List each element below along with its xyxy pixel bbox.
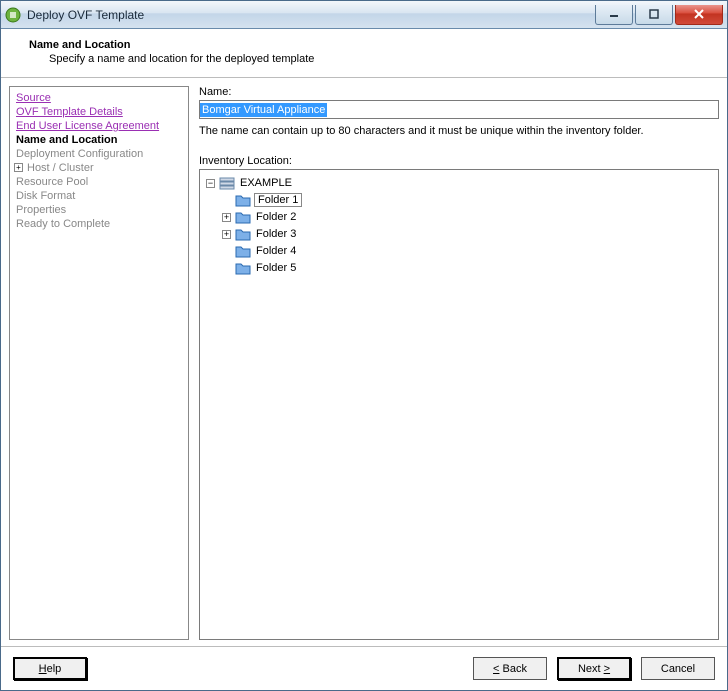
tree-folder[interactable]: + Folder 3 bbox=[222, 226, 712, 242]
tree-folder[interactable]: Folder 4 bbox=[222, 243, 712, 259]
name-input[interactable]: Bomgar Virtual Appliance bbox=[199, 100, 719, 119]
window-controls bbox=[593, 5, 723, 25]
step-name-location: Name and Location bbox=[16, 133, 182, 147]
tree-root[interactable]: − EXAMPLE bbox=[206, 175, 712, 191]
step-resource-pool: Resource Pool bbox=[16, 175, 182, 189]
step-properties: Properties bbox=[16, 203, 182, 217]
app-icon bbox=[5, 7, 21, 23]
datacenter-icon bbox=[219, 176, 235, 190]
tree-folder[interactable]: Folder 5 bbox=[222, 260, 712, 276]
maximize-button[interactable] bbox=[635, 5, 673, 25]
tree-folder[interactable]: Folder 1 bbox=[222, 192, 712, 208]
folder-icon bbox=[235, 210, 251, 224]
back-button[interactable]: < Back bbox=[473, 657, 547, 680]
step-eula[interactable]: End User License Agreement bbox=[16, 119, 182, 133]
name-label: Name: bbox=[199, 86, 719, 98]
tree-folder-expander[interactable]: + bbox=[222, 213, 231, 222]
name-hint: The name can contain up to 80 characters… bbox=[199, 125, 719, 137]
wizard-steps-sidebar: Source OVF Template Details End User Lic… bbox=[9, 86, 189, 640]
folder-icon bbox=[235, 244, 251, 258]
inventory-tree[interactable]: − EXAMPLE Folder 1 bbox=[199, 169, 719, 640]
folder-icon bbox=[235, 227, 251, 241]
titlebar: Deploy OVF Template bbox=[1, 1, 727, 29]
deploy-ovf-window: Deploy OVF Template Name and Location Sp… bbox=[0, 0, 728, 691]
tree-folder-expander[interactable]: + bbox=[222, 230, 231, 239]
tree-root-expander[interactable]: − bbox=[206, 179, 215, 188]
cancel-button[interactable]: Cancel bbox=[641, 657, 715, 680]
step-host-cluster-expander[interactable]: + bbox=[14, 163, 23, 172]
help-button[interactable]: Help bbox=[13, 657, 87, 680]
close-button[interactable] bbox=[675, 5, 723, 25]
step-ready: Ready to Complete bbox=[16, 217, 182, 231]
tree-folder-label: Folder 4 bbox=[254, 245, 298, 257]
minimize-button[interactable] bbox=[595, 5, 633, 25]
content: Source OVF Template Details End User Lic… bbox=[1, 78, 727, 646]
tree-folder-label: Folder 1 bbox=[254, 193, 302, 207]
inventory-label: Inventory Location: bbox=[199, 155, 719, 167]
main-panel: Name: Bomgar Virtual Appliance The name … bbox=[189, 86, 719, 640]
folder-icon bbox=[235, 193, 251, 207]
page-subtitle: Specify a name and location for the depl… bbox=[49, 53, 717, 65]
tree-folder[interactable]: + Folder 2 bbox=[222, 209, 712, 225]
wizard-header: Name and Location Specify a name and loc… bbox=[1, 29, 727, 78]
wizard-footer: Help < Back Next > Cancel bbox=[1, 646, 727, 690]
step-deployment-config: Deployment Configuration bbox=[16, 147, 182, 161]
folder-icon bbox=[235, 261, 251, 275]
step-host-cluster: Host / Cluster bbox=[16, 161, 182, 175]
tree-folder-label: Folder 2 bbox=[254, 211, 298, 223]
name-input-value: Bomgar Virtual Appliance bbox=[200, 103, 327, 117]
tree-folder-label: Folder 3 bbox=[254, 228, 298, 240]
step-disk-format: Disk Format bbox=[16, 189, 182, 203]
next-button[interactable]: Next > bbox=[557, 657, 631, 680]
window-title: Deploy OVF Template bbox=[27, 8, 593, 22]
page-title: Name and Location bbox=[29, 39, 717, 51]
tree-folder-label: Folder 5 bbox=[254, 262, 298, 274]
step-ovf-details[interactable]: OVF Template Details bbox=[16, 105, 182, 119]
step-source[interactable]: Source bbox=[16, 91, 182, 105]
tree-root-label: EXAMPLE bbox=[238, 177, 294, 189]
